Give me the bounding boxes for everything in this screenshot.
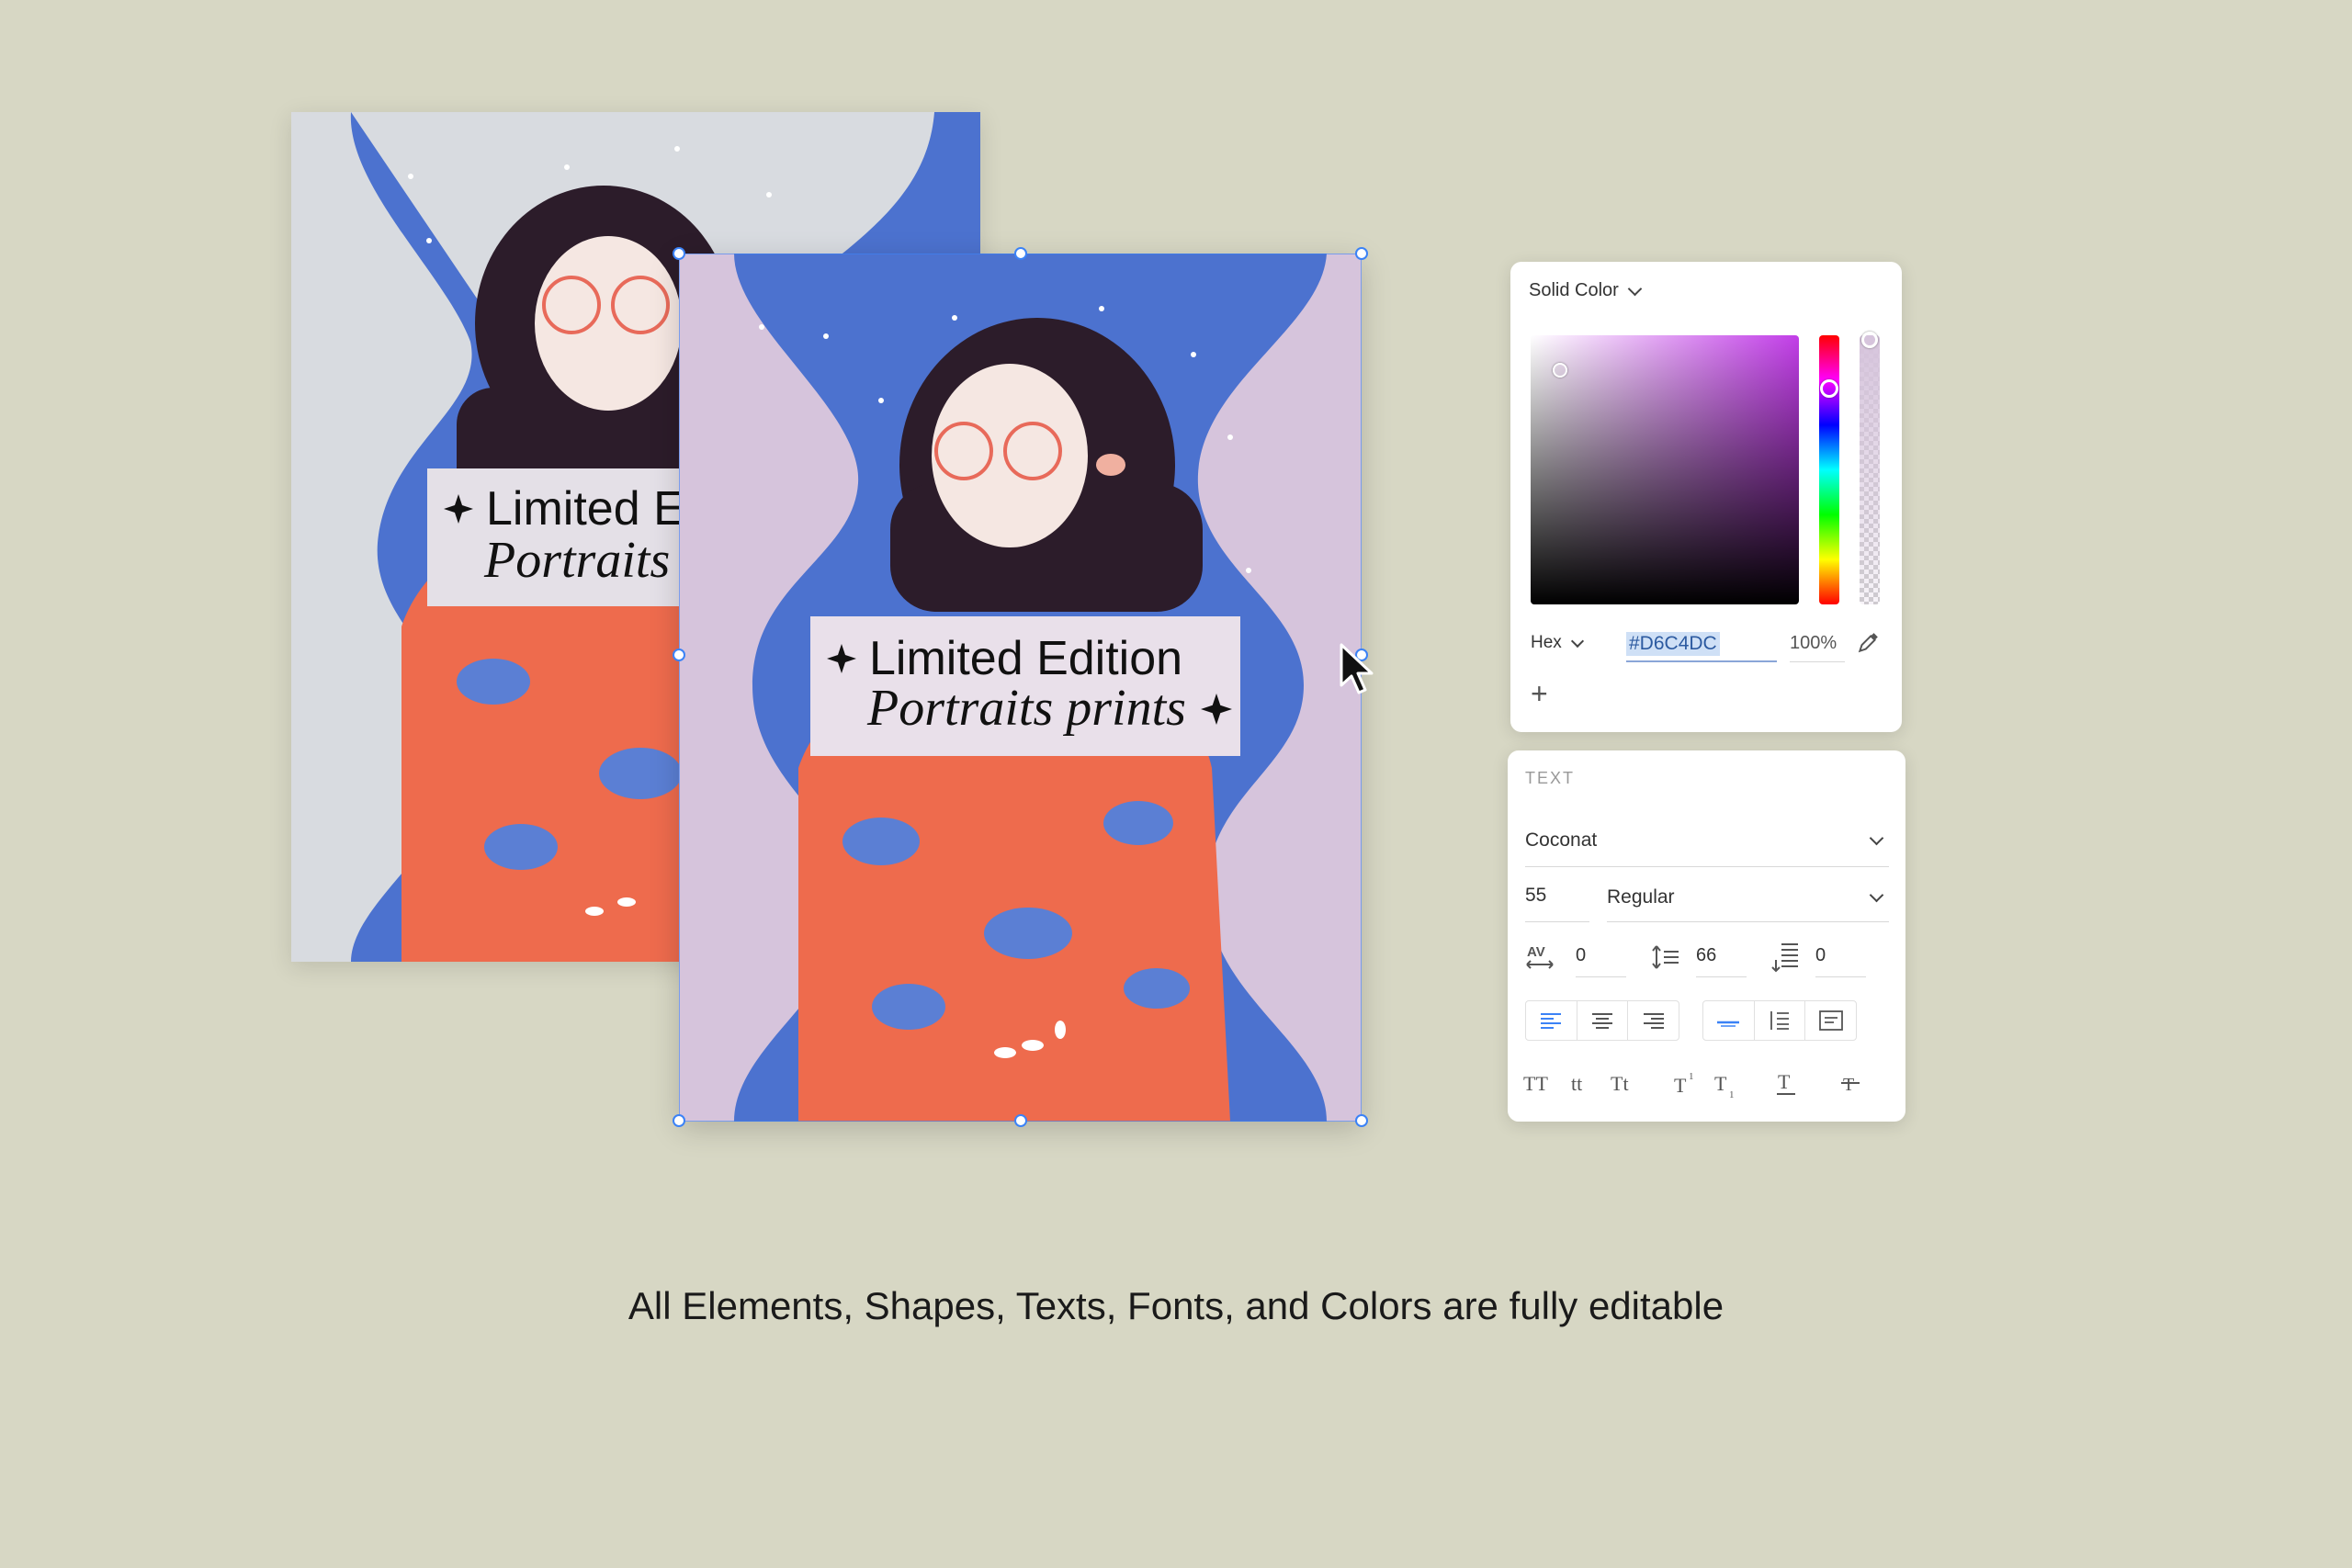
align-right-button[interactable]: [1628, 1001, 1679, 1040]
valign-middle-button[interactable]: [1755, 1001, 1806, 1040]
lowercase-button[interactable]: tt: [1571, 1072, 1582, 1096]
align-left-button[interactable]: [1526, 1001, 1577, 1040]
resize-handle-top[interactable]: [1014, 247, 1027, 260]
poster-front[interactable]: Limited Edition Portraits prints: [679, 254, 1362, 1122]
caption-text: All Elements, Shapes, Texts, Fonts, and …: [628, 1284, 1724, 1327]
mouse-cursor-icon: [1340, 643, 1374, 694]
color-picker-thumb[interactable]: [1553, 363, 1567, 378]
svg-text:T: T: [1714, 1072, 1727, 1095]
titlecase-button[interactable]: Tt: [1611, 1072, 1629, 1096]
valign-top-button[interactable]: [1703, 1001, 1755, 1040]
valign-bottom-button[interactable]: [1805, 1001, 1856, 1040]
font-family-value: Coconat: [1525, 829, 1598, 851]
opacity-input-value: 100%: [1790, 633, 1838, 653]
chevron-down-icon: [1869, 830, 1884, 846]
opacity-slider-thumb[interactable]: [1861, 332, 1878, 348]
line-height-input[interactable]: 66: [1696, 945, 1747, 977]
paragraph-spacing-icon: [1771, 943, 1798, 973]
svg-text:T: T: [1674, 1074, 1687, 1096]
resize-handle-bottom-left[interactable]: [673, 1114, 685, 1127]
vertical-align-group: [1702, 1000, 1857, 1041]
color-picker-panel: Solid Color Hex #D6C4DC 100% +: [1510, 262, 1902, 732]
poster-front-title: Limited Edition: [869, 632, 1183, 685]
color-mode-label: Solid Color: [1529, 280, 1619, 300]
superscript-icon[interactable]: T 1: [1673, 1068, 1699, 1096]
align-right-icon: [1643, 1013, 1664, 1029]
text-section-title: TEXT: [1525, 769, 1576, 787]
chevron-down-icon: [1869, 887, 1884, 903]
line-height-icon: [1652, 945, 1679, 969]
color-mode-dropdown[interactable]: Solid Color: [1529, 280, 1643, 301]
svg-text:T: T: [1778, 1070, 1791, 1093]
font-weight-value: Regular: [1607, 886, 1675, 908]
paragraph-spacing-input[interactable]: 0: [1815, 945, 1866, 977]
saturation-brightness-area[interactable]: [1531, 335, 1799, 604]
font-size-value: 55: [1525, 885, 1547, 906]
chevron-down-icon: [1570, 634, 1584, 648]
eyedropper-icon[interactable]: [1856, 631, 1880, 655]
opacity-input[interactable]: 100%: [1790, 633, 1845, 662]
valign-top-icon: [1717, 1021, 1740, 1027]
poster-front-subtitle: Portraits prints: [867, 680, 1186, 737]
resize-handle-left[interactable]: [673, 649, 685, 661]
letter-spacing-icon: AV: [1526, 944, 1554, 969]
valign-middle-icon: [1770, 1011, 1789, 1030]
sparkle-icon: [444, 494, 473, 524]
chevron-down-icon: [1627, 281, 1643, 296]
svg-text:1: 1: [1689, 1071, 1694, 1082]
opacity-slider[interactable]: [1860, 332, 1880, 604]
hue-slider-thumb[interactable]: [1820, 379, 1838, 398]
horizontal-align-group: [1525, 1000, 1679, 1041]
sparkle-icon: [827, 644, 856, 673]
subscript-icon[interactable]: T 1: [1713, 1068, 1739, 1100]
line-height-value: 66: [1696, 945, 1717, 965]
letter-spacing-input[interactable]: 0: [1576, 945, 1626, 977]
color-format-dropdown[interactable]: Hex: [1531, 633, 1584, 653]
resize-handle-bottom-right[interactable]: [1355, 1114, 1368, 1127]
font-size-input[interactable]: 55: [1525, 885, 1589, 922]
font-weight-dropdown[interactable]: Regular: [1607, 886, 1889, 922]
align-left-icon: [1541, 1013, 1562, 1029]
svg-text:AV: AV: [1527, 944, 1545, 960]
font-family-dropdown[interactable]: Coconat: [1525, 829, 1889, 867]
valign-bottom-icon: [1818, 1010, 1843, 1031]
letter-spacing-value: 0: [1576, 945, 1587, 965]
strikethrough-icon[interactable]: T: [1839, 1068, 1861, 1098]
uppercase-button[interactable]: TT: [1523, 1072, 1548, 1096]
resize-handle-top-right[interactable]: [1355, 247, 1368, 260]
resize-handle-top-left[interactable]: [673, 247, 685, 260]
text-properties-panel: TEXT Coconat 55 Regular AV 0 66 0 TT tt …: [1508, 750, 1905, 1122]
align-center-button[interactable]: [1577, 1001, 1629, 1040]
add-color-button[interactable]: +: [1531, 677, 1548, 711]
color-format-label: Hex: [1531, 633, 1562, 652]
poster-front-label[interactable]: Limited Edition Portraits prints: [810, 616, 1240, 756]
hue-slider[interactable]: [1819, 335, 1839, 604]
paragraph-spacing-value: 0: [1815, 945, 1826, 965]
sparkle-icon: [1201, 694, 1232, 725]
underline-icon[interactable]: T: [1775, 1068, 1797, 1098]
hex-input-value: #D6C4DC: [1626, 632, 1720, 656]
svg-text:1: 1: [1729, 1089, 1735, 1100]
align-center-icon: [1592, 1013, 1612, 1029]
hex-input[interactable]: #D6C4DC: [1626, 629, 1777, 662]
svg-text:T: T: [1843, 1075, 1854, 1095]
resize-handle-bottom[interactable]: [1014, 1114, 1027, 1127]
